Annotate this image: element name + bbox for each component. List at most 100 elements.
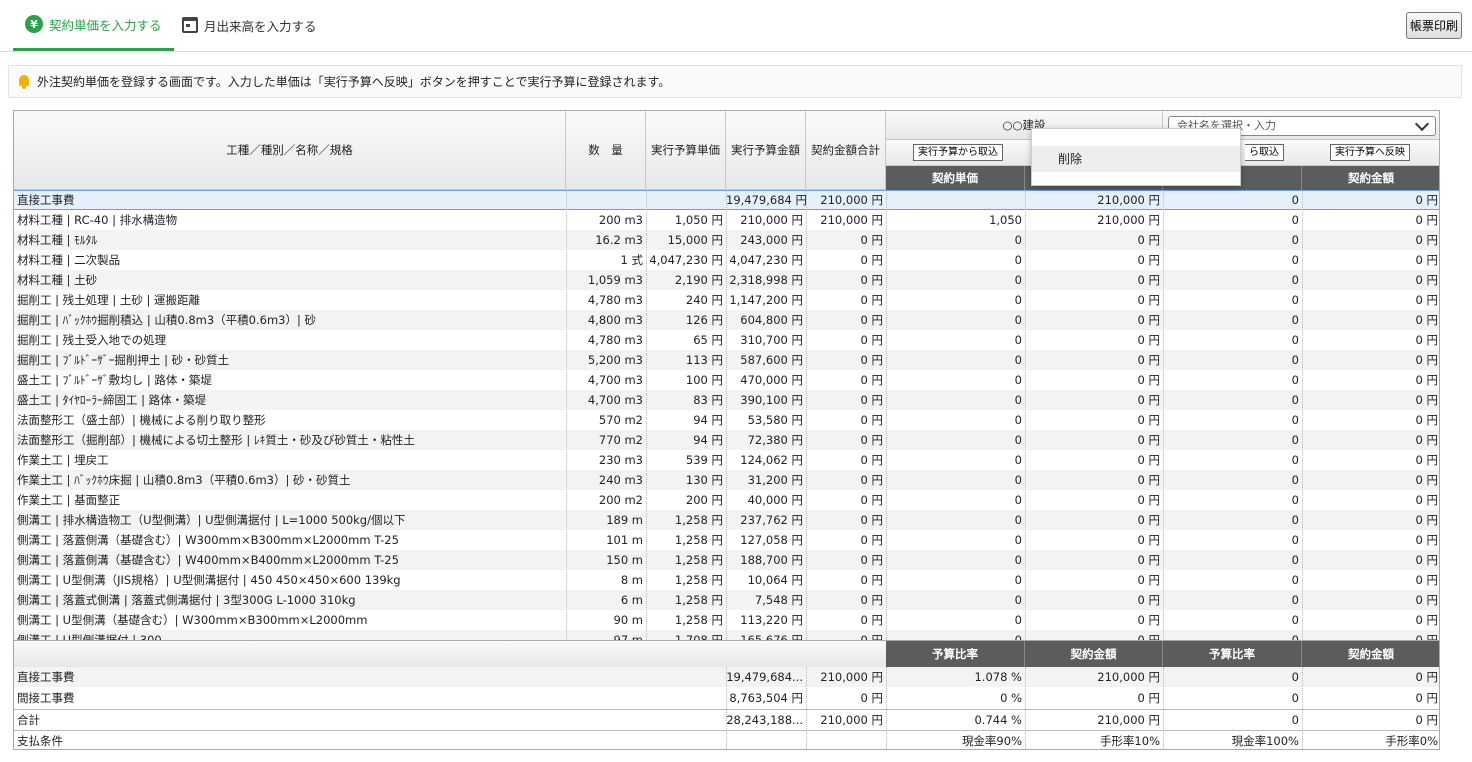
cell-c1u[interactable]: 0 (886, 530, 1025, 550)
table-row[interactable]: 盛土工 | ﾌﾞﾙﾄﾞｰｻﾞ敷均し | 路体・築堤 4,700 m3 100 円 47… (14, 370, 1439, 390)
table-row[interactable]: 側溝工 | 落蓋側溝（基礎含む）| W400mm×B400mm×L2000mm … (14, 550, 1439, 570)
cell-c2a: 0 円 (1415, 513, 1438, 527)
cell-c1u[interactable] (886, 190, 1025, 210)
cell-c2u[interactable]: 0 (1163, 370, 1302, 390)
cell-c2u[interactable]: 0 (1163, 610, 1302, 630)
table-row[interactable]: 側溝工 | U型側溝（JIS規格）| U型側溝据付 | 450 450×450×… (14, 570, 1439, 590)
table-row[interactable]: 材料工種 | 土砂 1,059 m3 2,190 円 2,318,998 円0 円00… (14, 270, 1439, 290)
delete-menu-item[interactable]: 削除 (1032, 146, 1240, 172)
cell-amount: 7,548 円 (754, 593, 803, 607)
cell-name: 側溝工 | 排水構造物工（U型側溝）| U型側溝据付 | L=1000 500k… (17, 513, 406, 527)
grid-footer: 直接工事費 19,479,684... 210,000 円 1.078 % 210,00… (14, 667, 1439, 749)
table-row[interactable]: 掘削工 | ﾌﾞﾙﾄﾞｰｻﾞｰ掘削押土 | 砂・砂質土 5,200 m3 113 円… (14, 350, 1439, 370)
cell-c2u[interactable]: 0 (1163, 290, 1302, 310)
cell-c1u[interactable]: 0 (886, 230, 1025, 250)
cell-c1u[interactable]: 0 (886, 430, 1025, 450)
cell-c2u[interactable]: 0 (1163, 450, 1302, 470)
table-row[interactable]: 側溝工 | 落蓋式側溝 | 落蓋式側溝据付 | 3型300G L-1000 31… (14, 590, 1439, 610)
bell-icon (17, 74, 31, 89)
cell-c1u[interactable]: 0 (886, 350, 1025, 370)
cell-c1u[interactable]: 0 (886, 410, 1025, 430)
cell-c1u[interactable]: 1,050 (886, 210, 1025, 230)
cell-c2u[interactable]: 0 (1163, 390, 1302, 410)
cell-c2a: 0 円 (1415, 293, 1438, 307)
table-row[interactable]: 作業土工 | 基面整正 200 m2 200 円 40,000 円0 円00 円00 … (14, 490, 1439, 510)
cell-c2u[interactable]: 0 (1163, 490, 1302, 510)
cell-c2u[interactable]: 0 (1163, 330, 1302, 350)
table-row[interactable]: 作業土工 | 埋戻工 230 m3 539 円 124,062 円0 円00 円00 … (14, 450, 1439, 470)
tab-contract-unit-price[interactable]: ¥ 契約単価を入力する (13, 0, 174, 51)
table-row[interactable]: 側溝工 | 排水構造物工（U型側溝）| U型側溝据付 | L=1000 500k… (14, 510, 1439, 530)
cell-c1u[interactable]: 0 (886, 490, 1025, 510)
cell-qty: 97 m (613, 633, 644, 640)
cell-name: 側溝工 | U型側溝据付 | 300 (17, 633, 162, 640)
cell-c2u[interactable]: 0 (1163, 590, 1302, 610)
cell-c1u[interactable]: 0 (886, 470, 1025, 490)
tab-label: 契約単価を入力する (49, 17, 162, 33)
cell-c2u[interactable]: 0 (1163, 430, 1302, 450)
cell-c1u[interactable]: 0 (886, 510, 1025, 530)
cell-name: 側溝工 | U型側溝（基礎含む）| W300mm×B300mm×L2000mm (17, 613, 368, 627)
cell-c1u[interactable]: 0 (886, 590, 1025, 610)
column-divider (1302, 190, 1303, 640)
cell-c2u[interactable]: 0 (1163, 190, 1302, 210)
cell-c1u[interactable]: 0 (886, 310, 1025, 330)
cell-c1u[interactable]: 0 (886, 550, 1025, 570)
tab-monthly-progress[interactable]: 月出来高を入力する (170, 0, 329, 50)
footer-header-ratio-1: 予算比率 (886, 641, 1025, 667)
table-row[interactable]: 材料工種 | RC-40 | 排水構造物 200 m3 1,050 円 210,000… (14, 210, 1439, 230)
cell-c1u[interactable]: 0 (886, 330, 1025, 350)
print-report-button[interactable]: 帳票印刷 (1406, 12, 1462, 39)
cell-c2u[interactable]: 0 (1163, 630, 1302, 640)
cell-c2a: 0 円 (1415, 493, 1438, 507)
column-divider (566, 190, 567, 640)
table-row[interactable]: 材料工種 | ﾓﾙﾀﾙ 16.2 m3 15,000 円 243,000 円0 円00… (14, 230, 1439, 250)
cell-c2u[interactable]: 0 (1163, 230, 1302, 250)
cell-c1u[interactable]: 0 (886, 370, 1025, 390)
import-from-budget-button[interactable]: 実行予算から取込 (913, 144, 1003, 161)
table-row[interactable]: 掘削工 | 残土受入地での処理 4,780 m3 65 円 310,700 円0 円0… (14, 330, 1439, 350)
cell-c1u[interactable]: 0 (886, 390, 1025, 410)
table-row[interactable]: 法面整形工（掘削部）| 機械による切土整形 | ﾚｷ質土・砂及び砂質土・粘性土 7… (14, 430, 1439, 450)
reflect-to-budget-button[interactable]: 実行予算へ反映 (1330, 144, 1410, 161)
table-row[interactable]: 直接工事費 19,479,684 円 210,000 円 210,000 円00 円 (14, 190, 1439, 210)
table-row[interactable]: 側溝工 | 落蓋側溝（基礎含む）| W300mm×B300mm×L2000mm … (14, 530, 1439, 550)
cell-c1u[interactable]: 0 (886, 630, 1025, 640)
cell-name: 作業土工 | ﾊﾞｯｸﾎｳ床掘 | 山積0.8m3（平積0.6m3）| 砂・砂質… (17, 473, 351, 487)
cell-c1u[interactable]: 0 (886, 570, 1025, 590)
cell-c2u[interactable]: 0 (1163, 270, 1302, 290)
cell-unit: 2,190 円 (674, 273, 723, 287)
cell-total: 0 円 (860, 553, 883, 567)
cell-c2u[interactable]: 0 (1163, 510, 1302, 530)
cell-c1u[interactable]: 0 (886, 270, 1025, 290)
table-row[interactable]: 法面整形工（盛土部）| 機械による削り取り整形 570 m2 94 円 53,580 … (14, 410, 1439, 430)
cell-c1u[interactable]: 0 (886, 290, 1025, 310)
cell-c2u[interactable]: 0 (1163, 410, 1302, 430)
cell-c2u[interactable]: 0 (1163, 570, 1302, 590)
table-row[interactable]: 側溝工 | U型側溝据付 | 300 97 m 1,708 円 165,676 円 0 … (14, 630, 1439, 640)
table-row[interactable]: 掘削工 | ﾊﾞｯｸﾎｳ掘削積込 | 山積0.8m3（平積0.6m3）| 砂 4,… (14, 310, 1439, 330)
cell-qty (566, 190, 646, 210)
table-row[interactable]: 掘削工 | 残土処理 | 土砂 | 運搬距離 4,780 m3 240 円 1,147… (14, 290, 1439, 310)
cell-c2u[interactable]: 0 (1163, 530, 1302, 550)
cell-c1u[interactable]: 0 (886, 250, 1025, 270)
cell-c2u[interactable]: 0 (1163, 350, 1302, 370)
table-row[interactable]: 材料工種 | 二次製品 1 式 4,047,230 円 4,047,230 円0 円0… (14, 250, 1439, 270)
cell-c2u[interactable]: 0 (1163, 210, 1302, 230)
table-row[interactable]: 作業土工 | ﾊﾞｯｸﾎｳ床掘 | 山積0.8m3（平積0.6m3）| 砂・砂質… (14, 470, 1439, 490)
table-row[interactable]: 側溝工 | U型側溝（基礎含む）| W300mm×B300mm×L2000mm 9… (14, 610, 1439, 630)
cell-c1u[interactable]: 0 (886, 610, 1025, 630)
cell-c2u[interactable]: 0 (1163, 470, 1302, 490)
table-row[interactable]: 盛土工 | ﾀｲﾔﾛｰﾗｰ締固工 | 路体・築堤 4,700 m3 83 円 390,… (14, 390, 1439, 410)
import-from-budget-button-2[interactable]: ら取込 (1245, 144, 1284, 161)
cell-c2u[interactable]: 0 (1163, 250, 1302, 270)
summary-cell-name: 合計 (17, 713, 40, 727)
cell-c2u[interactable]: 0 (1163, 310, 1302, 330)
summary-cell-name: 直接工事費 (17, 670, 75, 684)
cell-c1u[interactable]: 0 (886, 450, 1025, 470)
cell-name: 掘削工 | 残土受入地での処理 (17, 333, 167, 347)
cell-c2u[interactable]: 0 (1163, 550, 1302, 570)
cell-c2a: 0 円 (1415, 353, 1438, 367)
cell-name: 作業土工 | 基面整正 (17, 493, 121, 507)
summary-cell-name: 支払条件 (17, 734, 63, 748)
